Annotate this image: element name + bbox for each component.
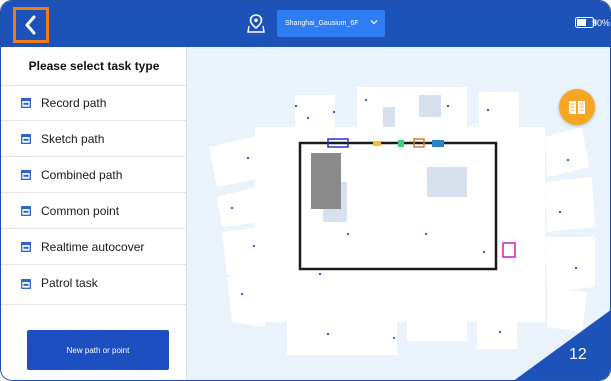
chevron-down-icon: [370, 20, 378, 25]
page-number: 12: [569, 346, 587, 363]
task-item-realtime-autocover[interactable]: Realtime autocover: [1, 229, 187, 265]
battery-percent: 50%: [592, 18, 611, 28]
task-item-label: Combined path: [41, 167, 123, 182]
task-item-label: Realtime autocover: [41, 239, 145, 254]
task-type-panel: Please select task type Record path Sket…: [1, 47, 187, 380]
task-item-label: Record path: [41, 95, 107, 110]
task-item-combined-path[interactable]: Combined path: [1, 157, 187, 193]
calendar-icon: [21, 242, 31, 252]
panel-title: Please select task type: [1, 47, 187, 86]
calendar-icon: [21, 134, 31, 144]
task-item-common-point[interactable]: Common point: [1, 193, 187, 229]
new-path-or-point-button[interactable]: New path or point: [27, 330, 169, 370]
book-icon: [569, 101, 585, 114]
top-bar: Shanghai_Gausium_6F 50%: [1, 1, 611, 47]
calendar-icon: [21, 170, 31, 180]
divider: [1, 304, 187, 305]
chevron-left-icon: [25, 15, 36, 35]
calendar-icon: [21, 98, 31, 108]
page-badge: [514, 310, 610, 380]
map-pin-icon[interactable]: [247, 13, 265, 33]
task-item-record-path[interactable]: Record path: [1, 85, 187, 121]
map-selector-label: Shanghai_Gausium_6F: [285, 20, 359, 27]
calendar-icon: [21, 278, 31, 289]
calendar-icon: [21, 206, 31, 216]
task-item-label: Patrol task: [41, 276, 98, 290]
task-item-sketch-path[interactable]: Sketch path: [1, 121, 187, 157]
task-item-label: Sketch path: [41, 131, 105, 146]
map-selector-dropdown[interactable]: Shanghai_Gausium_6F: [277, 10, 385, 37]
task-item-label: Common point: [41, 203, 120, 218]
app-window: Shanghai_Gausium_6F 50% Please select ta…: [0, 0, 611, 381]
guide-book-button[interactable]: [559, 89, 595, 125]
back-button[interactable]: [13, 7, 49, 43]
task-item-patrol-task[interactable]: Patrol task: [1, 265, 187, 301]
